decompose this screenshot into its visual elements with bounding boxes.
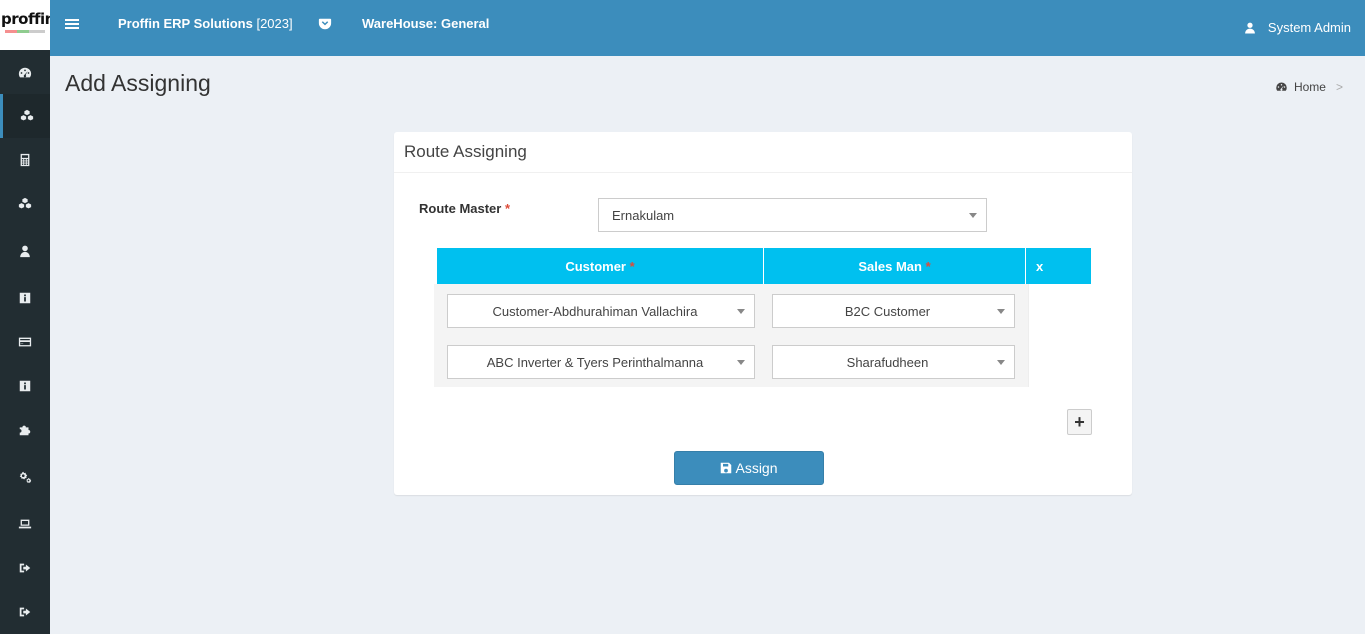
required-mark: *	[925, 258, 931, 274]
box-title: Route Assigning	[394, 132, 1132, 173]
chevron-down-icon	[997, 309, 1005, 314]
laptop-icon	[18, 519, 32, 529]
puzzle-icon	[19, 425, 31, 436]
dashboard-icon	[18, 67, 32, 78]
column-header-customer-text: Customer	[565, 258, 626, 274]
user-icon	[1245, 22, 1255, 34]
chevron-down-icon	[737, 360, 745, 365]
gears-icon	[19, 471, 32, 484]
top-navbar: Proffin ERP Solutions [2023] WareHouse: …	[50, 0, 1365, 56]
page-title: Add Assigning	[65, 70, 211, 96]
user-name: System Admin	[1267, 20, 1351, 35]
sidebar-item-users[interactable]	[0, 229, 50, 273]
assign-grid: Customer * Sales Man * x Customer-Abdhur…	[434, 247, 1092, 387]
assign-label: Assign	[735, 460, 778, 476]
brand-title: Proffin ERP Solutions [2023]	[118, 16, 293, 31]
sidebar-item-dashboard[interactable]	[0, 51, 50, 95]
route-master-select[interactable]: Ernakulam	[598, 198, 987, 232]
sidebar-item-signout-2[interactable]	[0, 590, 50, 634]
route-master-label: Route Master *	[419, 201, 510, 216]
assign-button[interactable]: Assign	[674, 451, 824, 485]
sidebar-item-signout-1[interactable]	[0, 546, 50, 590]
info-icon	[19, 292, 31, 304]
save-icon	[721, 462, 732, 474]
customer-value: Customer-Abdhurahiman Vallachira	[492, 303, 698, 319]
cubes-icon	[18, 197, 32, 209]
sidebar-item-cubes-active[interactable]	[0, 94, 50, 138]
sidebar-item-payments[interactable]	[0, 320, 50, 364]
sales-man-select[interactable]: Sharafudheen	[772, 345, 1015, 379]
sidebar: proffin	[0, 0, 50, 634]
chevron-down-icon	[997, 360, 1005, 365]
sign-out-icon	[19, 563, 31, 573]
sales-man-value: B2C Customer	[844, 303, 931, 319]
sidebar-item-products[interactable]	[0, 182, 50, 226]
route-master-label-text: Route Master	[419, 201, 502, 216]
sidebar-item-plugins[interactable]	[0, 408, 50, 452]
add-row-button[interactable]: +	[1067, 409, 1092, 435]
cubes-icon	[20, 109, 33, 121]
grid-body: Customer-Abdhurahiman Vallachira B2C Cus…	[434, 284, 1092, 387]
breadcrumb: Home >	[1275, 80, 1343, 94]
sidebar-item-settings[interactable]	[0, 455, 50, 499]
column-header-remove: x	[1026, 248, 1091, 284]
column-header-sales-man: Sales Man *	[764, 248, 1025, 284]
required-mark: *	[504, 201, 511, 216]
sidebar-item-devices[interactable]	[0, 502, 50, 546]
sidebar-item-calculator[interactable]	[0, 138, 50, 182]
brand-year: [2023]	[256, 16, 293, 31]
logo-underline	[5, 30, 45, 33]
app-logo[interactable]: proffin	[0, 0, 50, 50]
sales-man-select[interactable]: B2C Customer	[772, 294, 1015, 328]
column-header-sales-man-text: Sales Man	[858, 258, 922, 274]
sales-man-value: Sharafudheen	[846, 354, 929, 370]
user-menu[interactable]: System Admin	[1244, 20, 1351, 35]
credit-card-icon	[18, 337, 32, 347]
brand-name: Proffin ERP Solutions	[118, 16, 253, 31]
logo-text: proffin	[1, 10, 50, 28]
route-assigning-box: Route Assigning Route Master * Ernakulam…	[394, 132, 1132, 495]
pocket-icon[interactable]	[318, 17, 332, 31]
sign-out-icon	[19, 607, 31, 617]
sidebar-item-info-2[interactable]	[0, 364, 50, 408]
breadcrumb-home[interactable]: Home	[1294, 80, 1326, 94]
dashboard-icon	[1276, 82, 1287, 91]
customer-value: ABC Inverter & Tyers Perinthalmanna	[486, 354, 704, 370]
menu-toggle-icon[interactable]	[65, 17, 79, 31]
chevron-down-icon	[737, 309, 745, 314]
column-header-customer: Customer *	[437, 248, 763, 284]
required-mark: *	[629, 258, 635, 274]
route-master-value: Ernakulam	[612, 207, 675, 223]
calculator-icon	[20, 153, 30, 167]
user-icon	[20, 245, 30, 258]
customer-select[interactable]: ABC Inverter & Tyers Perinthalmanna	[447, 345, 755, 379]
warehouse-label[interactable]: WareHouse: General	[362, 16, 489, 31]
remove-column	[1028, 284, 1092, 387]
customer-select[interactable]: Customer-Abdhurahiman Vallachira	[447, 294, 755, 328]
chevron-down-icon	[969, 213, 977, 218]
sidebar-item-info[interactable]	[0, 276, 50, 320]
breadcrumb-separator: >	[1335, 80, 1343, 94]
info-icon	[19, 380, 31, 392]
